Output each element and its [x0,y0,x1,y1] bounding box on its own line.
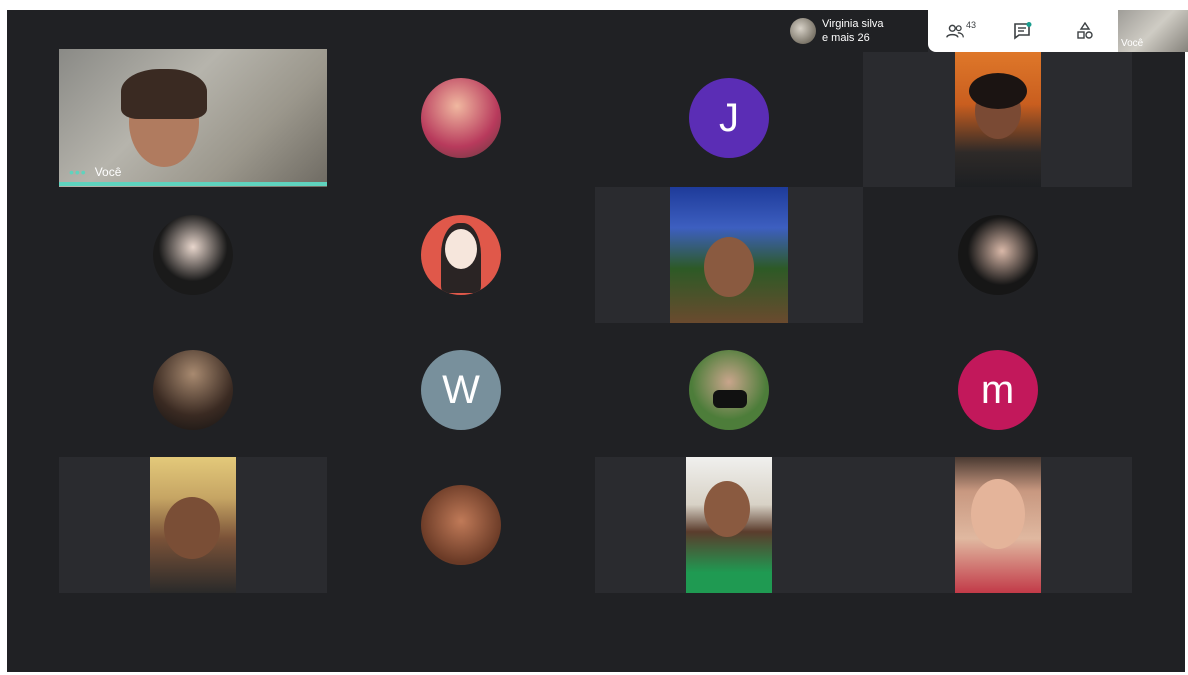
self-hair [121,69,207,119]
self-preview-label: Você [1121,38,1144,49]
participant-video [150,457,236,593]
participant-tile[interactable] [59,187,327,323]
presenter-text: Virginia silva e mais 26 [822,17,884,45]
participant-avatar: m [957,350,1038,430]
self-name: Você [94,165,122,179]
people-button[interactable]: 43 [946,18,976,44]
mask-icon [713,390,747,408]
participant-tile[interactable] [595,457,863,593]
chat-button[interactable] [1008,18,1038,44]
participant-avatar [421,485,501,565]
participant-avatar [153,215,233,295]
participant-video [954,49,1041,187]
people-icon [946,24,964,38]
participant-avatar [957,215,1038,295]
participant-avatar: J [689,78,769,158]
participant-tile[interactable] [595,187,863,323]
presenter-name: Virginia silva [822,18,884,30]
participant-tile[interactable] [863,187,1132,323]
speaking-dots-icon: ••• [69,164,87,180]
participant-avatar [421,78,501,158]
participant-tile[interactable]: W [327,323,595,457]
participant-avatar [153,350,233,430]
participant-avatar [689,350,769,430]
participant-tile[interactable] [863,457,1132,593]
top-bar: Virginia silva e mais 26 43 Você [782,10,1188,52]
participant-avatar: W [421,350,501,430]
participant-tile[interactable] [59,323,327,457]
participant-tile[interactable] [863,49,1132,187]
participant-video [670,187,788,323]
participant-face [704,481,750,537]
chat-icon [1014,22,1032,40]
participant-tile[interactable] [327,457,595,593]
avatar-letter: W [442,368,480,412]
meeting-toolbar: 43 [928,10,1118,52]
participant-video [686,457,772,593]
participant-hair [968,73,1027,109]
participant-tile[interactable] [327,49,595,187]
self-preview-thumbnail[interactable]: Você [1118,10,1188,52]
participant-tile[interactable]: m [863,323,1132,457]
participant-tile[interactable] [327,187,595,323]
participant-video [954,457,1041,593]
speaking-indicator [59,182,327,186]
presenter-more: e mais 26 [822,32,870,44]
self-name-label: ••• Você [69,165,121,179]
participant-face [164,497,220,559]
participant-avatar [421,215,501,295]
participant-face [704,237,754,297]
presenter-chip[interactable]: Virginia silva e mais 26 [782,10,928,52]
participant-face [970,479,1025,549]
activities-button[interactable] [1070,18,1100,44]
participant-face [445,229,477,269]
participant-tile[interactable]: J [595,49,863,187]
self-video-tile[interactable]: ••• Você [59,49,327,187]
participant-tile[interactable] [595,323,863,457]
people-count: 43 [965,20,976,30]
participant-tile[interactable] [59,457,327,593]
shapes-icon [1077,22,1093,39]
presenter-avatar [790,18,816,44]
avatar-letter: m [980,368,1015,412]
avatar-letter: J [719,96,739,140]
